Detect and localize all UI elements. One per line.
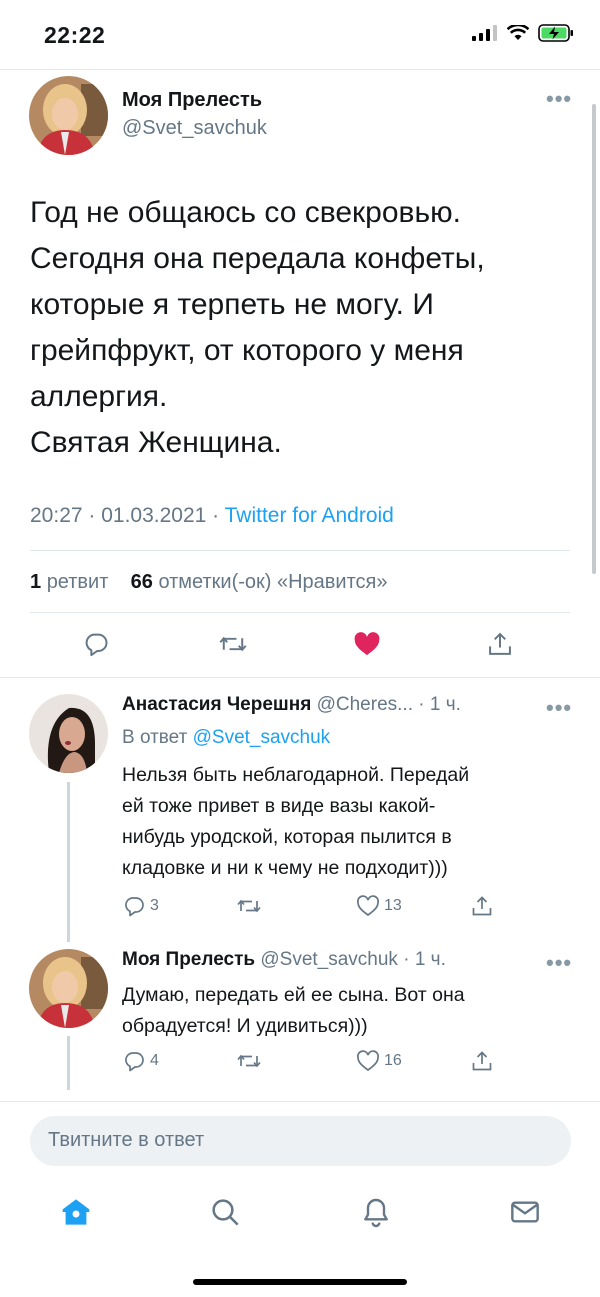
tweet-stats: 1 ретвит 66 отметки(-ок) «Нравится»	[30, 571, 387, 594]
retweets-count: 1	[30, 571, 42, 593]
thread-line	[67, 782, 70, 942]
reply-count: 4	[150, 1052, 159, 1069]
share-button[interactable]	[486, 630, 514, 658]
tweet-meta: 20:27 · 01.03.2021 · Twitter for Android	[30, 504, 394, 528]
nav-home[interactable]	[60, 1196, 92, 1233]
search-icon	[212, 1199, 239, 1226]
likes-stat[interactable]: 66 отметки(-ок) «Нравится»	[131, 571, 388, 593]
like-count: 13	[384, 897, 402, 914]
avatar[interactable]	[29, 76, 108, 155]
divider	[0, 1101, 600, 1102]
avatar-image	[29, 694, 108, 773]
reply-icon	[125, 897, 144, 917]
reply-text: Думаю, передать ей ее сына. Вот она обра…	[122, 980, 465, 1042]
tweet-text: Год не общаюсь со свекровью. Сегодня она…	[30, 190, 570, 466]
nav-messages[interactable]	[509, 1196, 541, 1233]
tweet-source-link[interactable]: Twitter for Android	[225, 504, 394, 527]
status-bar: 22:22	[0, 0, 600, 70]
reply-author-name[interactable]: Моя Прелесть	[122, 949, 255, 970]
reply-icon	[85, 633, 108, 657]
cellular-signal-icon	[472, 25, 497, 41]
author-handle[interactable]: @Svet_savchuk	[122, 117, 267, 140]
share-button[interactable]	[470, 1049, 494, 1073]
notifications-icon	[364, 1198, 388, 1228]
reply-to: В ответ @Svet_savchuk	[122, 727, 330, 749]
avatar[interactable]	[29, 694, 108, 773]
tweet-text-line: которые я терпеть не могу. И	[30, 288, 434, 321]
reply-count: 3	[150, 897, 159, 914]
share-icon	[472, 1051, 492, 1071]
scrollbar[interactable]	[592, 104, 596, 574]
more-options-icon[interactable]: •••	[546, 86, 572, 112]
divider	[30, 550, 570, 551]
reply-text-line: Нельзя быть неблагодарной. Передай	[122, 764, 470, 786]
share-icon	[472, 896, 492, 916]
tweet-text-line: грейпфрукт, от которого у меня	[30, 334, 464, 367]
reply-text-line: обрадуется! И удивиться)))	[122, 1015, 368, 1037]
divider	[0, 677, 600, 678]
reply-time: · 1 ч.	[403, 949, 446, 970]
reply-text-line: Думаю, передать ей ее сына. Вот она	[122, 984, 465, 1006]
tweet-text-line: Год не общаюсь со свекровью.	[30, 196, 461, 229]
reply-text-line: нибудь уродской, которая пылится в	[122, 826, 452, 848]
wifi-icon	[507, 25, 529, 40]
status-time: 22:22	[44, 22, 106, 48]
like-count: 16	[384, 1052, 402, 1069]
heart-icon	[357, 1050, 379, 1072]
reply-text-line: ей тоже привет в виде вазы какой-	[122, 795, 436, 817]
divider	[30, 612, 570, 613]
avatar[interactable]	[29, 949, 108, 1028]
reply-composer-input[interactable]: Твитните в ответ	[30, 1116, 571, 1166]
divider	[0, 69, 600, 70]
heart-icon	[357, 895, 379, 917]
avatar-image	[29, 76, 108, 155]
tweet-text-line: Сегодня она передала конфеты,	[30, 242, 485, 275]
reply-to-handle[interactable]: @Svet_savchuk	[193, 727, 331, 748]
tweet-text-line: Святая Женщина.	[30, 426, 282, 459]
heart-filled-icon	[354, 632, 380, 656]
like-button[interactable]: 16	[356, 1049, 402, 1073]
home-icon	[62, 1199, 90, 1225]
status-icons	[472, 24, 574, 42]
likes-count: 66	[130, 571, 153, 593]
share-icon	[489, 632, 511, 655]
retweet-icon	[237, 1054, 261, 1068]
avatar-image	[29, 949, 108, 1028]
retweets-stat[interactable]: 1 ретвит	[30, 571, 108, 593]
reply-icon	[125, 1052, 144, 1072]
reply-text-line: кладовке и ни к чему не подходит)))	[122, 857, 448, 879]
nav-notifications[interactable]	[360, 1196, 392, 1233]
retweet-icon	[219, 636, 247, 652]
battery-charging-icon	[538, 24, 573, 42]
likes-label: отметки(-ок) «Нравится»	[158, 571, 388, 593]
reply-author-name[interactable]: Анастасия Черешня	[122, 694, 311, 715]
tweet-text-line: аллергия.	[30, 380, 168, 413]
reply-header: Моя Прелесть @Svet_savchuk · 1 ч.	[122, 949, 446, 971]
reply-button[interactable]	[82, 630, 110, 658]
retweet-button[interactable]	[236, 1049, 262, 1073]
reply-button[interactable]: 3	[122, 894, 159, 918]
reply-author-handle[interactable]: @Cheres...	[317, 694, 413, 715]
like-button[interactable]: 13	[356, 894, 402, 918]
reply-time: · 1 ч.	[418, 694, 461, 715]
more-options-icon[interactable]: •••	[546, 950, 572, 976]
share-button[interactable]	[470, 894, 494, 918]
reply-text: Нельзя быть неблагодарной. Передай ей то…	[122, 760, 469, 884]
thread-line	[67, 1036, 70, 1090]
home-indicator	[193, 1279, 407, 1285]
retweet-icon	[237, 899, 261, 913]
reply-header: Анастасия Черешня @Cheres... · 1 ч.	[122, 694, 461, 716]
more-options-icon[interactable]: •••	[546, 695, 572, 721]
nav-search[interactable]	[209, 1196, 241, 1233]
tweet-timestamp: 20:27 · 01.03.2021 ·	[30, 504, 220, 527]
retweet-button[interactable]	[236, 894, 262, 918]
author-name[interactable]: Моя Прелесть	[122, 89, 262, 112]
retweet-button[interactable]	[218, 630, 248, 658]
reply-author-handle[interactable]: @Svet_savchuk	[260, 949, 398, 970]
reply-button[interactable]: 4	[122, 1049, 159, 1073]
reply-to-label: В ответ	[122, 727, 188, 748]
retweets-label: ретвит	[46, 571, 109, 593]
like-button[interactable]	[352, 630, 382, 658]
messages-icon	[511, 1201, 539, 1223]
